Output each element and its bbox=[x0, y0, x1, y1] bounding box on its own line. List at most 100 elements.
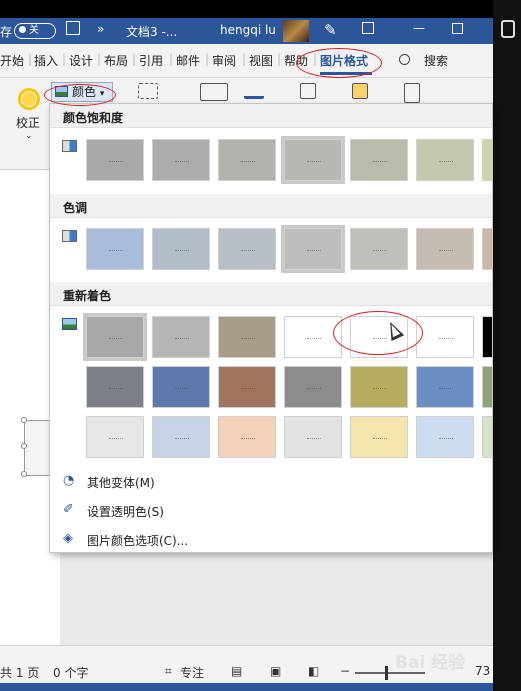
tab-review[interactable]: 审阅 bbox=[212, 52, 236, 69]
set-transparent-color-label: 设置透明色(S) bbox=[87, 505, 164, 519]
tab-references[interactable]: 引用 bbox=[139, 52, 163, 69]
picture-color-options-label: 图片颜色选项(C)... bbox=[87, 534, 189, 548]
read-mode-icon[interactable]: ▤ bbox=[231, 664, 242, 678]
recolor-swatch[interactable] bbox=[218, 416, 276, 458]
more-variations-item[interactable]: ◔ 其他变体(M) bbox=[50, 468, 492, 494]
search-label[interactable]: 搜索 bbox=[424, 52, 448, 69]
recolor-swatch[interactable] bbox=[284, 366, 342, 408]
crop-icon[interactable] bbox=[138, 83, 158, 99]
recolor-swatch[interactable] bbox=[152, 366, 210, 408]
tab-divider: | bbox=[132, 52, 137, 66]
tone-swatch[interactable] bbox=[86, 228, 144, 270]
signature-preview bbox=[109, 434, 123, 439]
tab-mailings[interactable]: 邮件 bbox=[176, 52, 200, 69]
recolor-swatch[interactable] bbox=[86, 366, 144, 408]
correction-sun-icon[interactable] bbox=[18, 88, 40, 110]
picture-border-icon[interactable] bbox=[244, 83, 264, 99]
recolor-swatch[interactable] bbox=[86, 416, 144, 458]
saturation-swatch[interactable] bbox=[416, 139, 474, 181]
user-name[interactable]: hengqi lu bbox=[220, 23, 276, 37]
recolor-swatch[interactable] bbox=[416, 366, 474, 408]
autosave-toggle[interactable]: 关 bbox=[14, 23, 56, 39]
minimize-button[interactable]: — bbox=[413, 21, 425, 35]
toggle-dot bbox=[19, 26, 26, 33]
tab-design[interactable]: 设计 bbox=[69, 52, 93, 69]
saturation-icon bbox=[62, 140, 77, 152]
tab-divider: | bbox=[169, 52, 174, 66]
resize-handle[interactable] bbox=[21, 443, 27, 449]
recolor-swatch[interactable] bbox=[350, 366, 408, 408]
tab-divider: | bbox=[28, 52, 33, 66]
recolor-swatch[interactable] bbox=[416, 316, 474, 358]
set-transparent-color-item[interactable]: ✐ 设置透明色(S) bbox=[50, 497, 492, 523]
tab-layout[interactable]: 布局 bbox=[104, 52, 128, 69]
tone-swatch[interactable] bbox=[350, 228, 408, 270]
section-header-saturation: 颜色饱和度 bbox=[50, 104, 492, 128]
recolor-swatch[interactable] bbox=[284, 416, 342, 458]
pen-icon[interactable]: ✎ bbox=[324, 21, 337, 39]
saturation-swatch[interactable] bbox=[350, 139, 408, 181]
signature-preview bbox=[175, 157, 189, 162]
tone-swatch[interactable] bbox=[416, 228, 474, 270]
tone-swatch[interactable] bbox=[284, 228, 342, 270]
arrange-icon[interactable] bbox=[352, 83, 368, 99]
more-commands-icon[interactable]: » bbox=[97, 22, 104, 36]
recolor-swatch[interactable] bbox=[482, 316, 492, 358]
recolor-swatch[interactable] bbox=[482, 366, 492, 408]
title-bar: 存 关 » 文档3 -... hengqi lu ✎ — bbox=[0, 18, 493, 44]
resize-handle[interactable] bbox=[21, 471, 27, 477]
watermark: Bai 经验 bbox=[395, 653, 466, 673]
tab-view[interactable]: 视图 bbox=[249, 52, 273, 69]
tone-icon bbox=[62, 230, 77, 242]
resize-handle[interactable] bbox=[21, 417, 27, 423]
focus-icon[interactable]: ⌗ bbox=[165, 664, 172, 679]
saturation-swatch[interactable] bbox=[482, 139, 492, 181]
recolor-swatch[interactable] bbox=[152, 316, 210, 358]
picture-color-options-item[interactable]: ◈ 图片颜色选项(C)... bbox=[50, 526, 492, 552]
saturation-swatch[interactable] bbox=[86, 139, 144, 181]
recolor-swatch[interactable] bbox=[86, 316, 144, 358]
avatar[interactable] bbox=[283, 20, 309, 42]
recolor-swatch[interactable] bbox=[350, 416, 408, 458]
picture-style-icon[interactable] bbox=[200, 83, 228, 101]
tab-divider: | bbox=[62, 52, 67, 66]
print-layout-icon[interactable]: ▣ bbox=[270, 664, 281, 678]
recolor-swatch[interactable] bbox=[482, 416, 492, 458]
maximize-button[interactable] bbox=[452, 23, 463, 34]
saturation-swatch[interactable] bbox=[218, 139, 276, 181]
word-count[interactable]: 0 个字 bbox=[53, 664, 88, 681]
search-icon[interactable] bbox=[399, 54, 410, 65]
focus-mode-label[interactable]: 专注 bbox=[180, 664, 204, 681]
size-icon[interactable] bbox=[404, 83, 420, 103]
recolor-swatch[interactable] bbox=[152, 416, 210, 458]
save-label: 存 bbox=[0, 25, 13, 39]
signature-preview bbox=[109, 246, 123, 251]
tone-swatch[interactable] bbox=[152, 228, 210, 270]
tab-divider: | bbox=[97, 52, 102, 66]
saturation-swatch[interactable] bbox=[284, 139, 342, 181]
chevron-down-icon[interactable]: ⌄ bbox=[25, 131, 33, 141]
annotation-ring-swatch bbox=[333, 311, 423, 355]
recolor-swatch[interactable] bbox=[218, 316, 276, 358]
signature-preview bbox=[307, 157, 321, 162]
tone-swatch[interactable] bbox=[482, 228, 492, 270]
save-icon[interactable] bbox=[66, 21, 80, 35]
recolor-swatch[interactable] bbox=[218, 366, 276, 408]
ribbon-display-icon[interactable] bbox=[362, 22, 374, 34]
zoom-out-button[interactable]: − bbox=[340, 664, 350, 678]
zoom-level[interactable]: 73 bbox=[475, 664, 490, 678]
tab-divider: | bbox=[205, 52, 210, 66]
page-count[interactable]: 共 1 页 bbox=[0, 664, 39, 681]
color-dropdown-panel: 颜色饱和度 色调 重新着色 ◔ 其他变体(M) ✐ 设置透明色(S) ◈ 图片颜… bbox=[49, 103, 493, 553]
corrections-label[interactable]: 校正 bbox=[16, 114, 40, 131]
alt-text-icon[interactable] bbox=[300, 83, 316, 99]
tab-home[interactable]: 开始 bbox=[0, 52, 24, 69]
saturation-swatch[interactable] bbox=[152, 139, 210, 181]
web-layout-icon[interactable]: ◧ bbox=[308, 664, 319, 678]
tab-insert[interactable]: 插入 bbox=[34, 52, 58, 69]
tone-swatch[interactable] bbox=[218, 228, 276, 270]
recolor-swatch[interactable] bbox=[416, 416, 474, 458]
signature-preview bbox=[109, 384, 123, 389]
zoom-slider-thumb[interactable] bbox=[385, 666, 388, 680]
signature-preview bbox=[373, 157, 387, 162]
